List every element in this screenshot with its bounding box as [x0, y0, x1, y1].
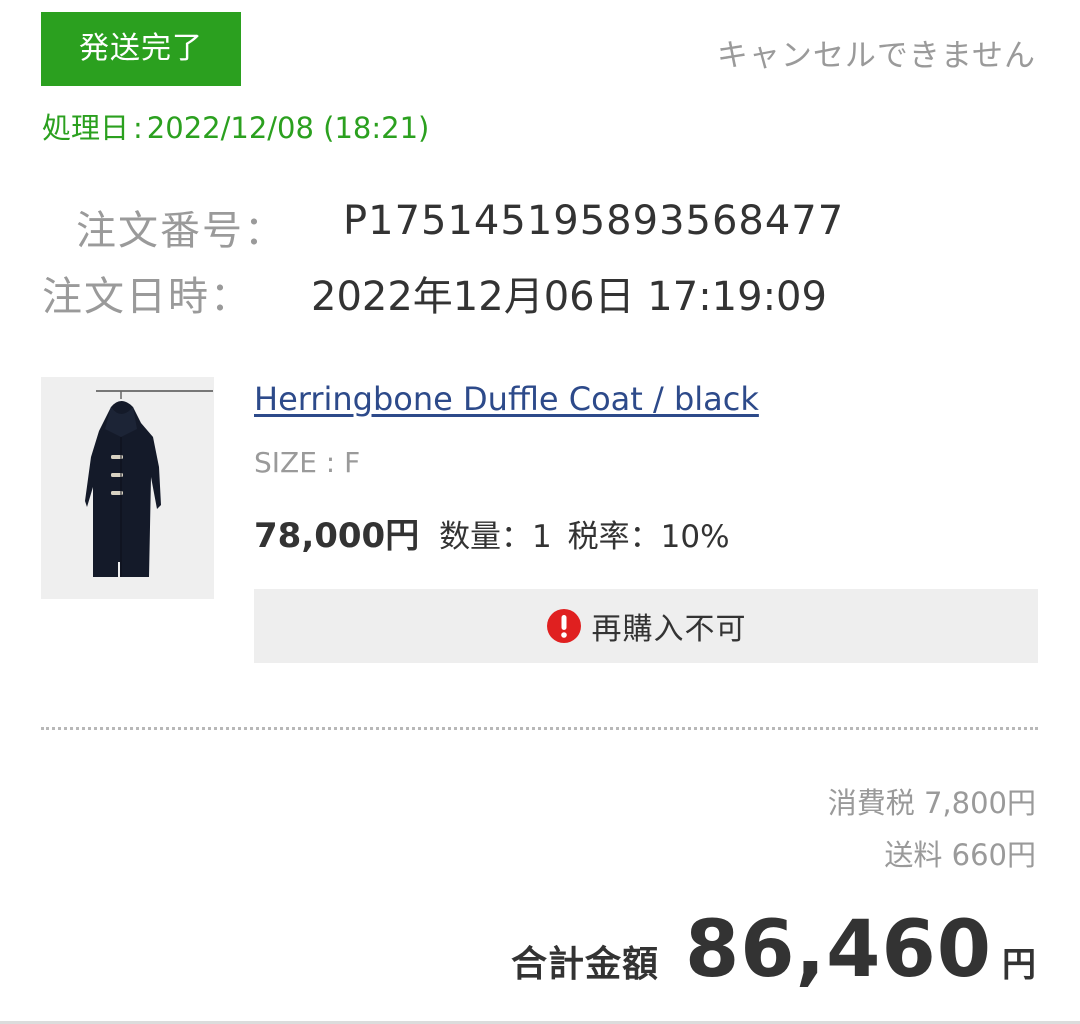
- processed-date-label: 処理日: [42, 111, 130, 145]
- alert-icon: [546, 609, 581, 643]
- rebuy-unavailable-notice: 再購入不可: [254, 589, 1038, 663]
- order-number-label: 注文番号：: [76, 208, 286, 254]
- cancel-note: キャンセルできません: [716, 38, 1036, 74]
- consumption-tax: 消費税 7,800円: [827, 786, 1036, 820]
- rebuy-unavailable-text: 再購入不可: [591, 612, 747, 647]
- status-badge: 発送完了: [41, 12, 241, 86]
- processed-date-value: 2022/12/08 (18:21): [146, 111, 430, 145]
- total-amount: 86,460: [685, 905, 992, 995]
- processed-date: 処理日:2022/12/08 (18:21): [42, 105, 429, 147]
- order-number-value: P175145195893568477: [343, 198, 845, 244]
- processed-date-separator: :: [133, 111, 143, 145]
- order-date-value: 2022年12月06日 17:19:09: [311, 274, 827, 320]
- product-quantity: 数量：1: [439, 519, 552, 555]
- product-name-link[interactable]: Herringbone Duffle Coat / black: [254, 380, 759, 418]
- order-detail-page: 発送完了 キャンセルできません 処理日:2022/12/08 (18:21) 注…: [0, 0, 1080, 1024]
- product-tax-rate: 税率：10%: [567, 519, 730, 555]
- order-date-label: 注文日時：: [42, 274, 252, 320]
- total-unit: 円: [1002, 945, 1036, 985]
- product-size: SIZE : F: [254, 446, 361, 479]
- product-price: 78,000円: [254, 516, 420, 556]
- total-label: 合計金額: [510, 944, 659, 985]
- total-row: 合計金額 86,460 円: [511, 905, 1036, 995]
- dotted-divider: [41, 727, 1038, 730]
- product-thumbnail[interactable]: [41, 377, 214, 599]
- product-meta: 78,000円 数量：1 税率：10%: [254, 508, 730, 557]
- duffle-coat-photo: [41, 377, 214, 599]
- shipping-fee: 送料 660円: [884, 838, 1036, 872]
